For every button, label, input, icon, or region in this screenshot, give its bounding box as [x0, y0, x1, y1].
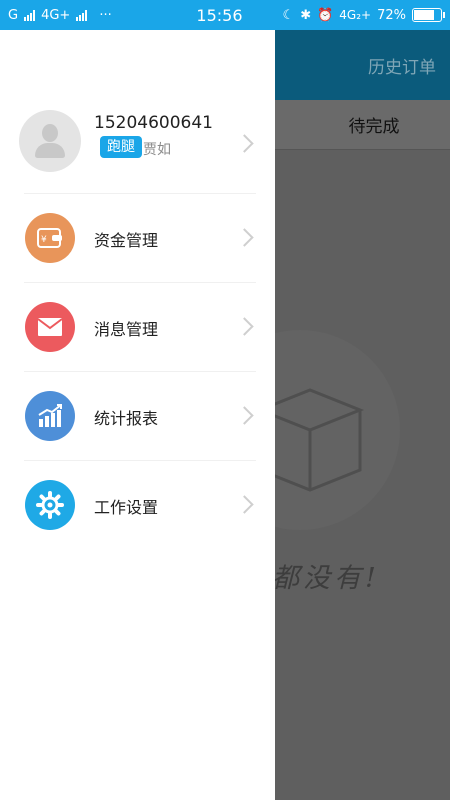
menu-label-settings: 工作设置 [94, 498, 159, 517]
battery-percent: 72% [377, 7, 406, 23]
bluetooth-icon: ✱ [300, 7, 312, 23]
history-orders-link[interactable]: 历史订单 [368, 53, 436, 78]
chevron-right-icon [235, 495, 254, 514]
signal-icon-2 [76, 9, 88, 21]
avatar-body [35, 143, 65, 158]
mail-icon [25, 302, 75, 352]
carrier-label: G [8, 7, 19, 23]
chart-icon [25, 391, 75, 441]
more-notifications: ··· [99, 7, 112, 23]
chevron-right-icon [235, 134, 254, 153]
chevron-right-icon [235, 406, 254, 425]
alarm-icon: ⏰ [317, 7, 334, 23]
menu-label-reports: 统计报表 [94, 409, 159, 428]
profile-phone: 15204600641 [94, 113, 213, 133]
status-right: ☾ ✱ ⏰ 4G₂+ 72% [282, 7, 445, 23]
menu-item-messages[interactable]: 消息管理 [0, 283, 275, 371]
tab-pending[interactable]: 待完成 [306, 112, 442, 137]
status-bar: G 4G+ ··· 15:56 ☾ ✱ ⏰ 4G₂+ 72% [0, 0, 450, 30]
moon-icon: ☾ [282, 7, 295, 23]
network-type: 4G+ [41, 7, 71, 23]
profile-row[interactable]: 15204600641 跑腿 贾如 [0, 110, 275, 194]
empty-text: 都没有! [272, 563, 380, 594]
signal-icon [24, 9, 36, 21]
menu-label-messages: 消息管理 [94, 320, 159, 339]
wallet-icon: ¥ [25, 213, 75, 263]
gear-icon [25, 480, 75, 530]
menu-item-reports[interactable]: 统计报表 [0, 372, 275, 460]
profile-name: 贾如 [143, 142, 171, 158]
status-time: 15:56 [196, 5, 243, 25]
role-badge: 跑腿 [100, 136, 142, 158]
chevron-right-icon [235, 317, 254, 336]
battery-icon [412, 8, 445, 22]
menu-item-settings[interactable]: 工作设置 [0, 461, 275, 549]
avatar[interactable] [19, 110, 81, 172]
side-drawer: 15204600641 跑腿 贾如 ¥ 资金管理 消息管理 统计报表 工作设置 [0, 30, 275, 800]
menu-item-funds[interactable]: ¥ 资金管理 [0, 194, 275, 282]
network-type-right: 4G₂+ [339, 8, 372, 22]
status-left: G 4G+ ··· [8, 8, 176, 23]
avatar-head [42, 124, 58, 142]
svg-text:¥: ¥ [41, 235, 47, 245]
menu-label-funds: 资金管理 [94, 231, 159, 250]
chevron-right-icon [235, 228, 254, 247]
